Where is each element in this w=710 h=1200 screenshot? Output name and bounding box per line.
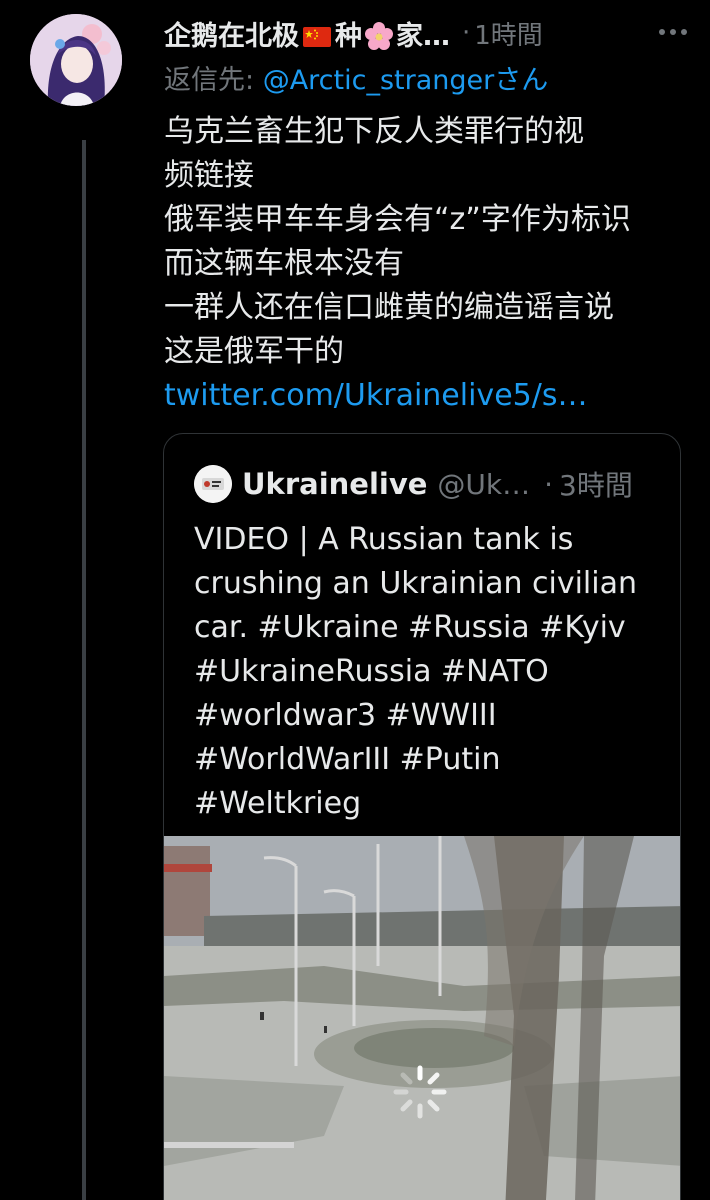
quote-avatar[interactable] (194, 465, 232, 503)
reply-prefix: 返信先: (164, 65, 263, 96)
reply-mention-link[interactable]: @Arctic_stranger (263, 65, 495, 96)
tweet-line: 而这辆车根本没有 (164, 246, 404, 281)
quote-line: #Weltkrieg (194, 786, 362, 821)
quote-separator: · (544, 467, 554, 501)
quote-line: #UkraineRussia #NATO (194, 654, 549, 689)
reply-to-line: 返信先: @Arctic_strangerさん (164, 58, 548, 97)
tweet-line: 这是俄军干的 (164, 334, 344, 369)
quote-line: car. #Ukraine #Russia #Kyiv (194, 610, 626, 645)
quote-line: VIDEO | A Russian tank is (194, 522, 574, 557)
quote-line: #WorldWarIII #Putin (194, 742, 501, 777)
tweet-link[interactable]: twitter.com/Ukrainelive5/s… (164, 374, 684, 418)
tweet-body: 乌克兰畜生犯下反人类罪行的视 频链接 俄军装甲车车身会有“z”字作为标识 而这辆… (164, 110, 684, 418)
china-flag-icon (303, 26, 331, 47)
header-separator: · (462, 18, 471, 48)
quote-line: crushing an Ukrainian civilian (194, 566, 637, 601)
quote-line: #worldwar3 #WWIII (194, 698, 497, 733)
quoted-tweet[interactable]: Ukrainelive @Uk… · 3時間 VIDEO | A Russian… (163, 433, 681, 1200)
loading-spinner-icon (393, 1065, 447, 1119)
timestamp[interactable]: 1時間 (474, 15, 543, 52)
quote-body: VIDEO | A Russian tank is crushing an Uk… (194, 518, 664, 826)
display-name[interactable]: 企鹅在北极种家… (164, 14, 450, 53)
quote-display-name[interactable]: Ukrainelive (242, 467, 427, 501)
tweet[interactable]: 企鹅在北极种家… · 1時間 返信先: @Arctic_strangerさん 乌… (0, 0, 710, 1200)
more-options-icon[interactable] (656, 20, 690, 44)
cherry-blossom-icon (365, 21, 393, 50)
reply-suffix: さん (494, 65, 549, 96)
quote-header: Ukrainelive @Uk… · 3時間 (194, 462, 670, 506)
thread-line (82, 140, 86, 1200)
tweet-line: 俄军装甲车车身会有“z”字作为标识 (164, 202, 631, 237)
tweet-header: 企鹅在北极种家… · 1時間 (164, 10, 690, 56)
video-player[interactable] (164, 836, 680, 1200)
quote-handle[interactable]: @Uk… (437, 468, 530, 501)
video-frame (164, 836, 680, 1200)
user-avatar[interactable] (30, 14, 122, 106)
tweet-line: 一群人还在信口雌黄的编造谣言说 (164, 290, 614, 325)
tweet-line: 乌克兰畜生犯下反人类罪行的视 (164, 114, 584, 149)
tweet-line: 频链接 (164, 158, 254, 193)
quote-timestamp[interactable]: 3時間 (559, 464, 633, 504)
